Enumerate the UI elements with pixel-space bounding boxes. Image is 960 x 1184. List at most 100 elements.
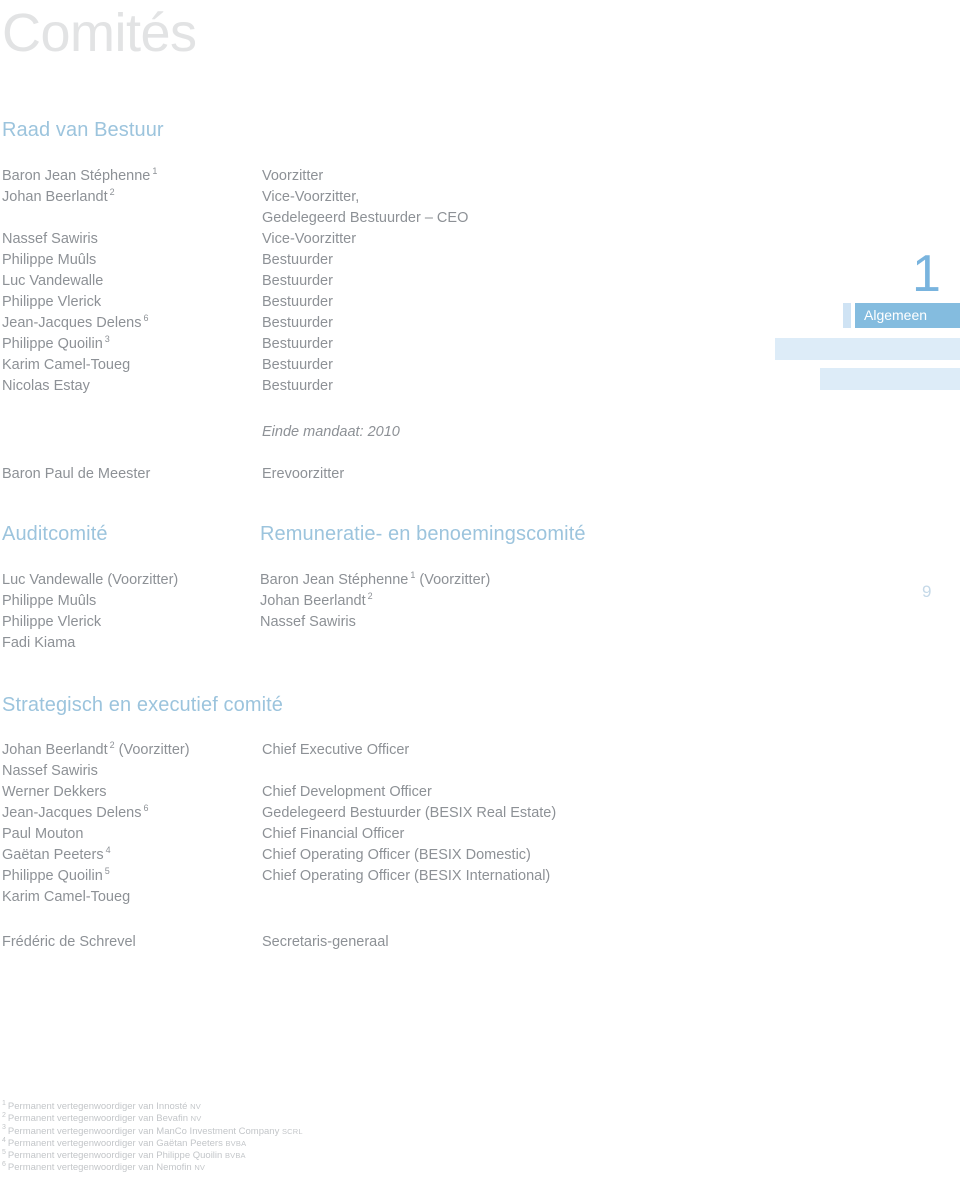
table-row: Baron Jean Stéphenne 1 Voorzitter xyxy=(2,166,722,187)
member-name: Nassef Sawiris xyxy=(2,763,98,779)
chapter-tab-tertiary[interactable] xyxy=(820,368,960,390)
footnote-text: Permanent vertegenwoordiger van ManCo In… xyxy=(7,1125,282,1137)
audit-member-list: Luc Vandewalle (Voorzitter) Philippe Muû… xyxy=(2,570,252,654)
member-name: Philippe Vlerick xyxy=(2,294,102,310)
member-name: Gaëtan Peeters 4 xyxy=(2,845,111,863)
list-item: Luc Vandewalle (Voorzitter) xyxy=(2,572,179,588)
footnote-suffix: SCRL xyxy=(281,1126,303,1136)
table-row: Johan Beerlandt 2 Vice-Voorzitter, Gedele… xyxy=(2,187,722,229)
member-name: Philippe Quoilin 5 xyxy=(2,866,110,884)
member-name: Nicolas Estay xyxy=(2,378,90,394)
footnote-text: Permanent vertegenwoordiger van Philippe… xyxy=(7,1150,225,1162)
footnote-item: 5 Permanent vertegenwoordiger van Philipp… xyxy=(2,1149,562,1162)
member-role: Bestuurder xyxy=(262,315,333,331)
member-role: Chief Financial Officer xyxy=(262,826,405,842)
list-item: Baron Jean Stéphenne 1 (Voorzitter) xyxy=(260,570,491,588)
footnote-item: 4 Permanent vertegenwoordiger van Gaëtan … xyxy=(2,1137,562,1150)
footnote-suffix: NV xyxy=(190,1102,201,1111)
footnote-item: 1 Permanent vertegenwoordiger van Innosté… xyxy=(2,1100,562,1113)
footnote-suffix: BVBA xyxy=(224,1151,246,1161)
chapter-number: 1 xyxy=(912,245,941,303)
member-role: Secretaris-generaal xyxy=(262,934,389,950)
footnotes-block: 1 Permanent vertegenwoordiger van Innosté… xyxy=(2,1100,562,1175)
member-role: Bestuurder xyxy=(262,252,333,268)
member-role-line2: Gedelegeerd Bestuurder – CEO xyxy=(262,210,469,226)
table-row: Paul Mouton Chief Financial Officer xyxy=(2,824,762,845)
member-role: Bestuurder xyxy=(262,357,333,373)
member-name: Paul Mouton xyxy=(2,826,84,842)
footnote-ref: 5 xyxy=(104,866,110,877)
footnote-suffix: NV xyxy=(194,1163,206,1173)
member-role: Bestuurder xyxy=(262,336,333,352)
footnote-suffix: BVBA xyxy=(225,1138,247,1148)
table-row: Philippe Quoilin 5 Chief Operating Office… xyxy=(2,866,762,887)
section-heading-board: Raad van Bestuur xyxy=(2,119,164,141)
list-item: Philippe Muûls xyxy=(2,593,97,609)
footnote-text: Permanent vertegenwoordiger van Gaëtan P… xyxy=(7,1137,226,1149)
section-heading-audit: Auditcomité xyxy=(2,523,108,545)
table-row: Nicolas Estay Bestuurder xyxy=(2,376,722,397)
member-name: Baron Paul de Meester xyxy=(2,466,151,482)
document-page: Comités 1 Algemeen 9 Raad van Bestuur Ba… xyxy=(0,0,960,1184)
member-name: Luc Vandewalle xyxy=(2,273,104,289)
member-role: Chief Executive Officer xyxy=(262,742,410,758)
footnote-ref: 3 xyxy=(104,334,110,345)
table-row: Werner Dekkers Chief Development Officer xyxy=(2,782,762,803)
mandate-end-note: Einde mandaat: 2010 xyxy=(262,424,400,440)
member-role: Gedelegeerd Bestuurder (BESIX Real Estat… xyxy=(262,805,557,821)
table-row: Nassef Sawiris xyxy=(2,761,762,782)
footnote-text: Permanent vertegenwoordiger van Innosté xyxy=(7,1101,191,1112)
table-row: Gaëtan Peeters 4 Chief Operating Officer … xyxy=(2,845,762,866)
member-name: Philippe Quoilin 3 xyxy=(2,334,110,352)
member-role: Vice-Voorzitter, Gedelegeerd Bestuurder … xyxy=(262,187,468,229)
table-row: Jean-Jacques Delens 6 Bestuurder xyxy=(2,313,722,334)
table-row: Karim Camel-Toueg xyxy=(2,887,762,908)
list-item: Philippe Vlerick xyxy=(2,614,102,630)
table-row: Frédéric de Schrevel Secretaris-generaal xyxy=(2,932,762,953)
table-row: Baron Paul de Meester Erevoorzitter xyxy=(2,464,722,485)
member-role: Bestuurder xyxy=(262,294,333,310)
honorary-chairman-row: Baron Paul de Meester Erevoorzitter xyxy=(2,464,722,485)
member-name: Werner Dekkers xyxy=(2,784,107,800)
table-row: Philippe Muûls Bestuurder xyxy=(2,250,722,271)
page-title: Comités xyxy=(2,3,197,63)
footnote-ref: 4 xyxy=(105,845,111,856)
member-role: Erevoorzitter xyxy=(262,466,345,482)
footnote-text: Permanent vertegenwoordiger van Nemofin xyxy=(7,1162,195,1174)
footnote-ref: 2 xyxy=(109,187,115,198)
section-heading-strategic: Strategisch en executief comité xyxy=(2,694,284,716)
footnote-ref: 6 xyxy=(143,313,149,324)
footnote-item: 6 Permanent vertegenwoordiger van Nemofin… xyxy=(2,1161,562,1174)
list-item: Nassef Sawiris xyxy=(260,614,356,630)
list-item: Fadi Kiama xyxy=(2,635,76,651)
member-name: Jean-Jacques Delens 6 xyxy=(2,313,149,331)
section-heading-remuneration: Remuneratie- en benoemingscomité xyxy=(260,523,586,545)
member-name: Frédéric de Schrevel xyxy=(2,934,136,950)
footnote-ref: 2 xyxy=(367,591,373,602)
member-role: Vice-Voorzitter xyxy=(262,231,357,247)
chapter-tab-secondary[interactable] xyxy=(775,338,960,360)
table-row: Karim Camel-Toueg Bestuurder xyxy=(2,355,722,376)
board-member-list: Baron Jean Stéphenne 1 Voorzitter Johan B… xyxy=(2,166,722,397)
remuneration-member-list: Baron Jean Stéphenne 1 (Voorzitter) Johan… xyxy=(260,570,680,633)
member-name: Karim Camel-Toueg xyxy=(2,889,131,905)
strategic-member-list: Johan Beerlandt 2 (Voorzitter) Chief Exec… xyxy=(2,740,762,908)
chapter-tab-active-label: Algemeen xyxy=(864,307,928,323)
member-name: Karim Camel-Toueg xyxy=(2,357,131,373)
table-row: Johan Beerlandt 2 (Voorzitter) Chief Exec… xyxy=(2,740,762,761)
member-name: Baron Jean Stéphenne 1 xyxy=(2,166,158,184)
footnote-suffix: NV xyxy=(190,1114,202,1124)
member-role: Voorzitter xyxy=(262,168,324,184)
table-row: Jean-Jacques Delens 6 Gedelegeerd Bestuur… xyxy=(2,803,762,824)
member-role-line1: Vice-Voorzitter, xyxy=(262,189,360,205)
member-name: Johan Beerlandt 2 (Voorzitter) xyxy=(2,740,190,758)
member-role: Chief Operating Officer (BESIX Internati… xyxy=(262,868,551,884)
member-role: Bestuurder xyxy=(262,378,333,394)
member-role: Chief Development Officer xyxy=(262,784,432,800)
footnote-ref: 2 xyxy=(109,740,115,751)
table-row: Nassef Sawiris Vice-Voorzitter xyxy=(2,229,722,250)
member-name: Philippe Muûls xyxy=(2,252,97,268)
footnote-item: 2 Permanent vertegenwoordiger van Bevafin… xyxy=(2,1112,562,1125)
footnote-ref: 1 xyxy=(152,166,158,177)
member-role: Chief Operating Officer (BESIX Domestic) xyxy=(262,847,531,863)
